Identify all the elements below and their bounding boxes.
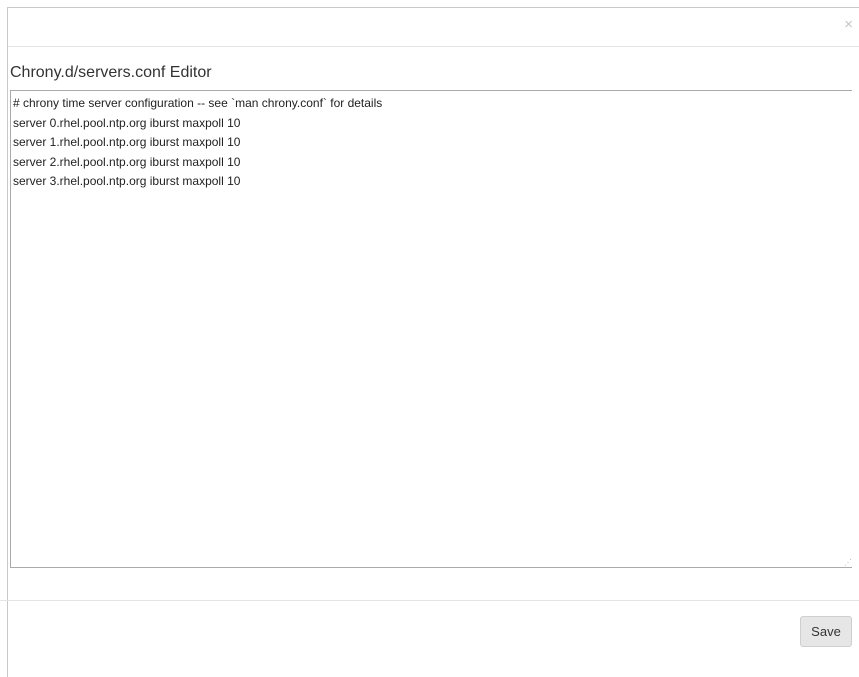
editor-title: Chrony.d/servers.conf Editor (10, 64, 212, 81)
modal-footer (0, 600, 859, 671)
resize-grip-icon[interactable]: ⋰ (844, 559, 852, 567)
save-button[interactable]: Save (800, 616, 852, 647)
close-icon[interactable]: × (844, 17, 853, 32)
config-editor-textarea[interactable]: # chrony time server configuration -- se… (10, 90, 852, 568)
modal-header: × (8, 8, 859, 47)
